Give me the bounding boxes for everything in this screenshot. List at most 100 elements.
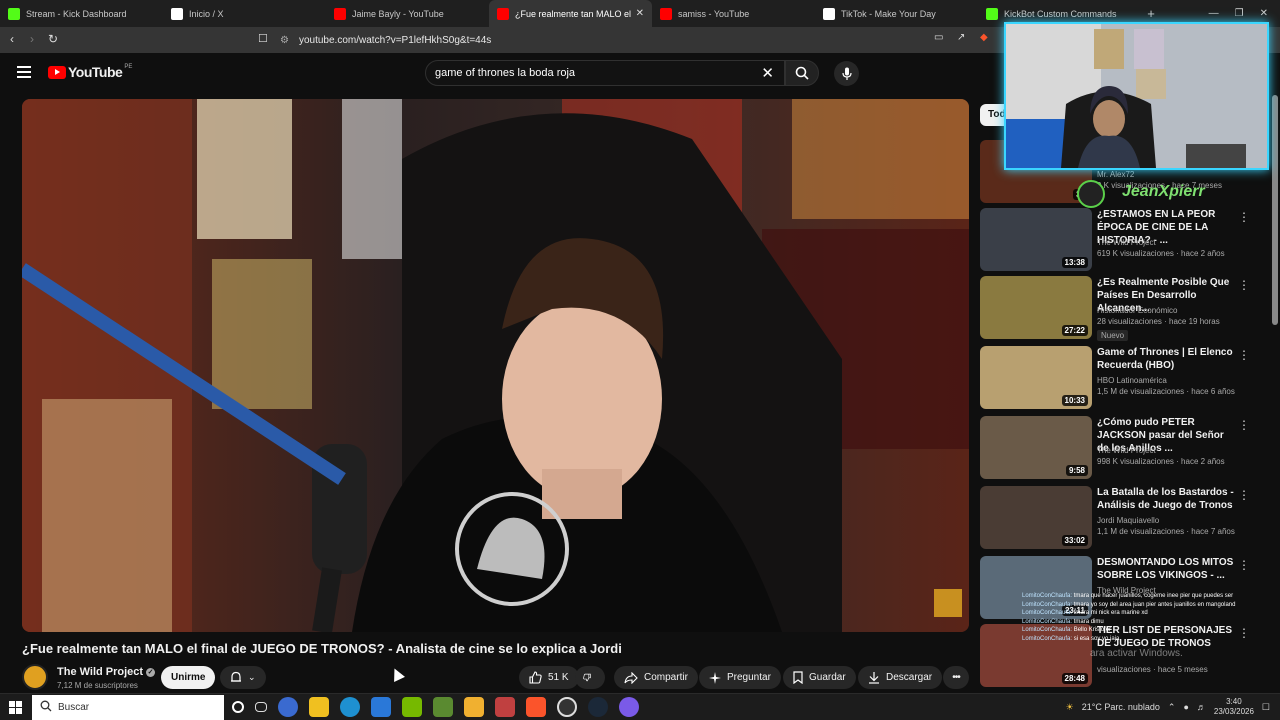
browser-tab[interactable]: samiss - YouTube [652,0,815,27]
task-view-icon[interactable] [255,702,267,712]
speedometer-icon[interactable] [278,697,298,717]
download-button[interactable]: Descargar [858,666,943,689]
maximize-icon[interactable]: ❐ [1235,8,1244,19]
youtube-play-icon [48,65,66,79]
recommended-channel[interactable]: HBO Latinoamérica [1097,376,1167,385]
share-page-icon[interactable]: ↗ [957,32,965,43]
recommended-channel[interactable]: Jordi Maquiavello [1097,516,1159,525]
tab-favicon-icon [823,7,835,20]
more-vertical-icon[interactable]: ⋮ [1238,558,1250,572]
youtube-logo[interactable]: YouTube PE [48,64,132,80]
forward-icon[interactable]: › [30,32,34,46]
chevron-up-icon[interactable]: ⌃ [1168,702,1176,713]
steam-icon[interactable] [588,697,608,717]
share-button[interactable]: Compartir [614,666,698,689]
recommended-channel[interactable]: Historiador Económico [1097,306,1177,315]
minecraft-icon[interactable] [433,697,453,717]
app-icon[interactable] [495,697,515,717]
brave-icon[interactable] [526,697,546,717]
browser-tab[interactable]: Inicio / X [163,0,326,27]
reload-icon[interactable]: ↻ [48,32,58,46]
channel-name[interactable]: The Wild Project [57,666,143,678]
close-window-icon[interactable]: ✕ [1260,8,1268,19]
browser-tab[interactable]: Jaime Bayly - YouTube [326,0,489,27]
recommended-title[interactable]: Game of Thrones | El Elenco Recuerda (HB… [1097,346,1237,372]
recommended-video[interactable]: 10:33 Game of Thrones | El Elenco Recuerd… [980,346,1250,412]
video-thumbnail[interactable]: 33:02 [980,486,1092,549]
tab-title: Jaime Bayly - YouTube [352,8,444,19]
cast-icon[interactable]: ▭ [934,32,943,43]
more-vertical-icon[interactable]: ⋮ [1238,210,1250,224]
more-vertical-icon[interactable]: ⋮ [1238,418,1250,432]
page-scrollbar[interactable] [1272,95,1278,325]
notifications-icon[interactable]: ☐ [1262,702,1270,713]
discord-icon[interactable] [619,697,639,717]
subscriber-count: 7,12 M de suscriptores [57,681,138,690]
video-thumbnail[interactable]: 27:22 [980,276,1092,339]
brave-shield-icon[interactable]: ◆ [980,32,988,43]
mail-icon[interactable] [371,697,391,717]
like-button[interactable]: 51 K [519,666,579,689]
duration-badge: 28:48 [1061,673,1088,684]
download-icon [869,672,879,684]
recommended-meta: visualizaciones · hace 5 meses [1097,665,1208,674]
clear-search-icon[interactable]: ✕ [761,64,774,82]
video-thumbnail[interactable]: 9:58 [980,416,1092,479]
browser-tab[interactable]: TikTok - Make Your Day [815,0,978,27]
store-icon[interactable] [309,697,329,717]
mic-tray-icon[interactable]: ● [1183,702,1188,712]
recommended-title[interactable]: DESMONTANDO LOS MITOS SOBRE LOS VIKINGOS… [1097,556,1237,582]
chat-user: LomitoConChaufa: [1022,593,1073,599]
dislike-button[interactable] [575,666,605,689]
windows-start-icon[interactable] [9,701,22,714]
save-button[interactable]: Guardar [783,666,856,689]
explorer-icon[interactable] [464,697,484,717]
recommended-channel[interactable]: The Wild Project [1097,238,1156,247]
more-vertical-icon[interactable]: ⋮ [1238,348,1250,362]
voice-search-button[interactable] [834,61,859,86]
close-tab-icon[interactable]: ✕ [636,8,644,19]
recommended-video[interactable]: 9:58 ¿Cómo pudo PETER JACKSON pasar del S… [980,416,1250,482]
recommended-channel[interactable]: Mr. Alex72 [1097,170,1134,179]
chat-text: tmara yo soy del area juan pier antes ju… [1073,601,1236,608]
channel-name-wrap[interactable]: The Wild Project ✓ [57,666,156,678]
video-player[interactable] [22,99,969,632]
menu-icon[interactable] [17,66,31,78]
recommended-title[interactable]: La Batalla de los Bastardos - Análisis d… [1097,486,1237,512]
more-vertical-icon[interactable]: ⋮ [1238,278,1250,292]
minimize-icon[interactable]: — [1209,8,1219,19]
browser-tab[interactable]: Stream - Kick Dashboard [0,0,163,27]
chevron-down-icon: ⌄ [248,672,256,682]
bookmark-icon[interactable]: ☐ [258,32,268,45]
nvidia-icon[interactable] [402,697,422,717]
clock[interactable]: 3:40 23/03/2026 [1214,697,1254,717]
weather-text[interactable]: 21°C Parc. nublado [1082,702,1160,712]
video-thumbnail[interactable]: 10:33 [980,346,1092,409]
recommended-video[interactable]: 13:38 ¿ESTAMOS EN LA PEOR ÉPOCA DE CINE D… [980,208,1250,274]
channel-avatar[interactable] [22,664,48,690]
more-vertical-icon[interactable]: ⋮ [1238,488,1250,502]
share-icon [624,671,638,684]
browser-tab[interactable]: ¿Fue realmente tan MALO el ✕ [489,0,652,27]
new-badge: Nuevo [1097,330,1129,341]
join-button[interactable]: Unirme [161,666,216,689]
back-icon[interactable]: ‹ [10,32,14,46]
country-code: PE [124,64,133,70]
video-thumbnail[interactable]: 13:38 [980,208,1092,271]
url-field[interactable]: ⚙ youtube.com/watch?v=P1lefHkhS0g&t=44s [280,30,980,50]
taskbar-search-input[interactable]: Buscar [32,695,224,720]
cortana-icon[interactable] [232,701,244,713]
volume-icon[interactable]: ♬ [1197,702,1206,712]
ask-button[interactable]: Preguntar [699,666,781,689]
site-info-icon[interactable]: ⚙ [280,35,289,46]
recommended-channel[interactable]: The Wild Project [1097,446,1156,455]
recommended-video[interactable]: 33:02 La Batalla de los Bastardos - Análi… [980,486,1250,552]
edge-icon[interactable] [340,697,360,717]
obs-icon[interactable] [557,697,577,717]
search-input[interactable]: game of thrones la boda roja ✕ [425,60,785,86]
search-button[interactable] [785,60,819,86]
notifications-button[interactable]: ⌄ [220,666,266,689]
recommended-video[interactable]: 27:22 ¿Es Realmente Posible Que Países En… [980,276,1250,342]
more-actions-button[interactable]: ••• [943,666,969,689]
chat-user: LomitoConChaufa: [1022,610,1073,616]
